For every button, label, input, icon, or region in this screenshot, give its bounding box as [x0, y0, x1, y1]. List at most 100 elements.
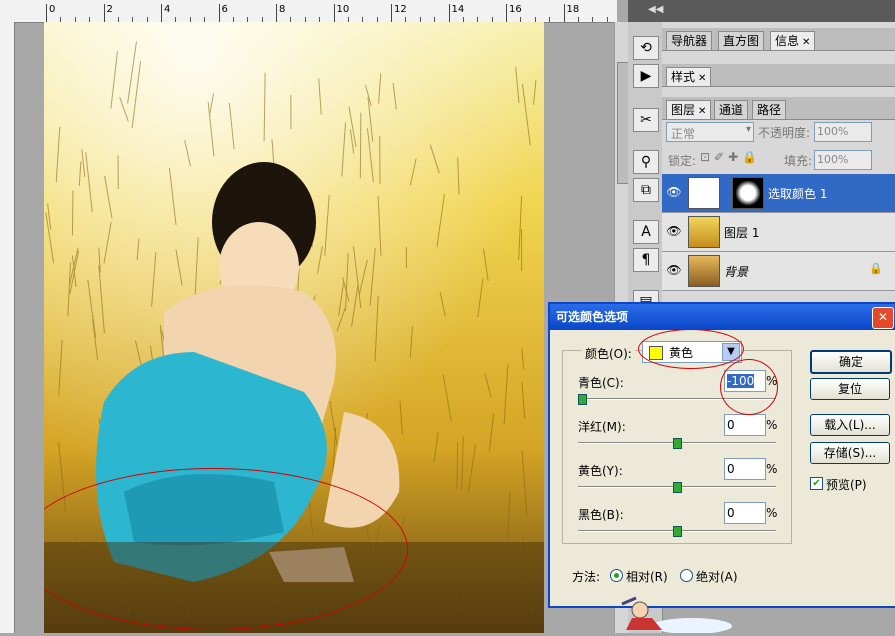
yellow-value-field[interactable]: 0: [724, 458, 766, 480]
layer-name: 选取颜色 1: [768, 185, 827, 202]
tab-channels[interactable]: 通道: [714, 100, 748, 119]
eye-icon[interactable]: 👁: [666, 263, 682, 279]
ruler-tick: [506, 4, 507, 22]
grass-blade: [360, 113, 361, 178]
layer-row-selective-color[interactable]: 👁 选取颜色 1: [662, 174, 895, 213]
percent-label: %: [766, 506, 777, 520]
absolute-radio[interactable]: [680, 569, 693, 582]
ruler-minor-tick: [607, 17, 608, 22]
layer-thumb: [688, 255, 720, 287]
annotation-ellipse-dropdown: [638, 329, 744, 369]
black-value-field[interactable]: 0: [724, 502, 766, 524]
dialog-title: 可选颜色选项: [556, 310, 628, 324]
grass-blade: [72, 191, 73, 236]
colors-label: 颜色(O):: [582, 345, 635, 362]
ruler-tick-label: 6: [222, 4, 228, 15]
horizontal-ruler: 024681012141618: [0, 0, 617, 23]
top-panel-tabs: 导航器 直方图 信息✕: [662, 28, 895, 51]
ruler-tick-label: 16: [509, 4, 522, 15]
close-icon[interactable]: ✕: [802, 37, 810, 48]
selective-color-dialog: 可选颜色选项 ✕ 颜色(O): 黄色 ▼ 青色(C): -100 % 洋红(M)…: [548, 302, 895, 608]
absolute-label: 绝对(A): [696, 568, 738, 585]
tab-layers[interactable]: 图层✕: [666, 100, 711, 119]
ruler-tick-label: 8: [279, 4, 285, 15]
document-canvas[interactable]: [44, 22, 544, 633]
ruler-tick-label: 2: [107, 4, 113, 15]
collapse-arrows-icon[interactable]: ◀◀: [648, 4, 663, 15]
ruler-tick-label: 14: [452, 4, 465, 15]
dialog-titlebar[interactable]: 可选颜色选项 ✕: [550, 304, 895, 330]
cyan-label: 青色(C):: [578, 374, 624, 391]
relative-label: 相对(R): [626, 568, 668, 585]
magenta-slider-knob[interactable]: [673, 438, 682, 449]
layer-thumb: [688, 216, 720, 248]
layer-row-background[interactable]: 👁 背景 🔒: [662, 252, 895, 291]
blend-mode-select[interactable]: 正常 ▾: [666, 122, 754, 142]
opacity-field[interactable]: 100%: [814, 122, 872, 142]
ruler-tick: [104, 4, 105, 22]
eye-icon[interactable]: 👁: [666, 224, 682, 240]
ruler-tick: [161, 4, 162, 22]
style-panel-tabs: 样式✕: [662, 64, 895, 87]
actions-icon[interactable]: ▶: [633, 64, 659, 88]
method-label: 方法:: [572, 568, 600, 585]
fill-field[interactable]: 100%: [814, 150, 872, 170]
ruler-tick-label: 18: [567, 4, 580, 15]
ruler-tick: [391, 4, 392, 22]
ruler-tick-label: 4: [164, 4, 170, 15]
tool-presets-icon[interactable]: ✂: [633, 108, 659, 132]
close-icon[interactable]: ✕: [872, 307, 894, 329]
ruler-tick: [334, 4, 335, 22]
tab-paths[interactable]: 路径: [752, 100, 786, 119]
lock-label: 锁定:: [668, 152, 696, 169]
relative-radio[interactable]: [610, 569, 623, 582]
load-button[interactable]: 载入(L)...: [810, 414, 890, 436]
close-icon[interactable]: ✕: [698, 73, 706, 84]
brushes-icon[interactable]: ⚲: [633, 150, 659, 174]
magenta-label: 洋红(M):: [578, 418, 626, 435]
close-icon[interactable]: ✕: [698, 106, 706, 117]
ruler-tick-label: 0: [49, 4, 55, 15]
yellow-label: 黄色(Y):: [578, 462, 623, 479]
tab-info[interactable]: 信息✕: [770, 31, 815, 50]
layer-panel-tabs: 图层✕ 通道 路径: [662, 97, 895, 120]
layer-row-layer1[interactable]: 👁 图层 1: [662, 213, 895, 252]
annotation-ellipse-cyan: [720, 359, 778, 415]
chevron-down-icon: ▾: [746, 124, 751, 135]
history-icon[interactable]: ⟲: [633, 36, 659, 60]
ruler-tick: [564, 4, 565, 22]
ruler-minor-tick: [549, 17, 550, 22]
preview-label: 预览(P): [826, 476, 867, 493]
eye-icon[interactable]: 👁: [666, 185, 682, 201]
ruler-minor-tick: [592, 17, 593, 22]
preview-checkbox[interactable]: ✔: [810, 477, 823, 490]
ruler-tick-label: 12: [394, 4, 407, 15]
ruler-tick: [219, 4, 220, 22]
black-slider-knob[interactable]: [673, 526, 682, 537]
cyan-slider-knob[interactable]: [578, 394, 587, 405]
magenta-value-field[interactable]: 0: [724, 414, 766, 436]
percent-label: %: [766, 418, 777, 432]
ok-button[interactable]: 确定: [810, 350, 892, 374]
lock-icons[interactable]: ⊡✐✚🔒: [700, 150, 761, 164]
character-icon[interactable]: A: [633, 220, 659, 244]
clone-source-icon[interactable]: ⧉: [633, 178, 659, 202]
layer-name: 背景: [724, 263, 748, 280]
tab-styles[interactable]: 样式✕: [666, 67, 711, 86]
save-button[interactable]: 存储(S)...: [810, 442, 890, 464]
mask-thumb: [732, 177, 764, 209]
tab-histogram[interactable]: 直方图: [718, 31, 764, 50]
yellow-slider-knob[interactable]: [673, 482, 682, 493]
panel-dock-header: ◀◀: [628, 0, 895, 22]
fill-label: 填充:: [784, 152, 812, 169]
vertical-ruler: [0, 22, 15, 633]
tab-navigator[interactable]: 导航器: [666, 31, 712, 50]
ruler-tick: [46, 4, 47, 22]
opacity-label: 不透明度:: [758, 124, 810, 141]
adjustment-thumb: [688, 177, 720, 209]
black-label: 黑色(B):: [578, 506, 624, 523]
reset-button[interactable]: 复位: [810, 378, 890, 400]
ruler-tick: [449, 4, 450, 22]
lock-icon: 🔒: [869, 262, 883, 275]
paragraph-icon[interactable]: ¶: [633, 248, 659, 272]
